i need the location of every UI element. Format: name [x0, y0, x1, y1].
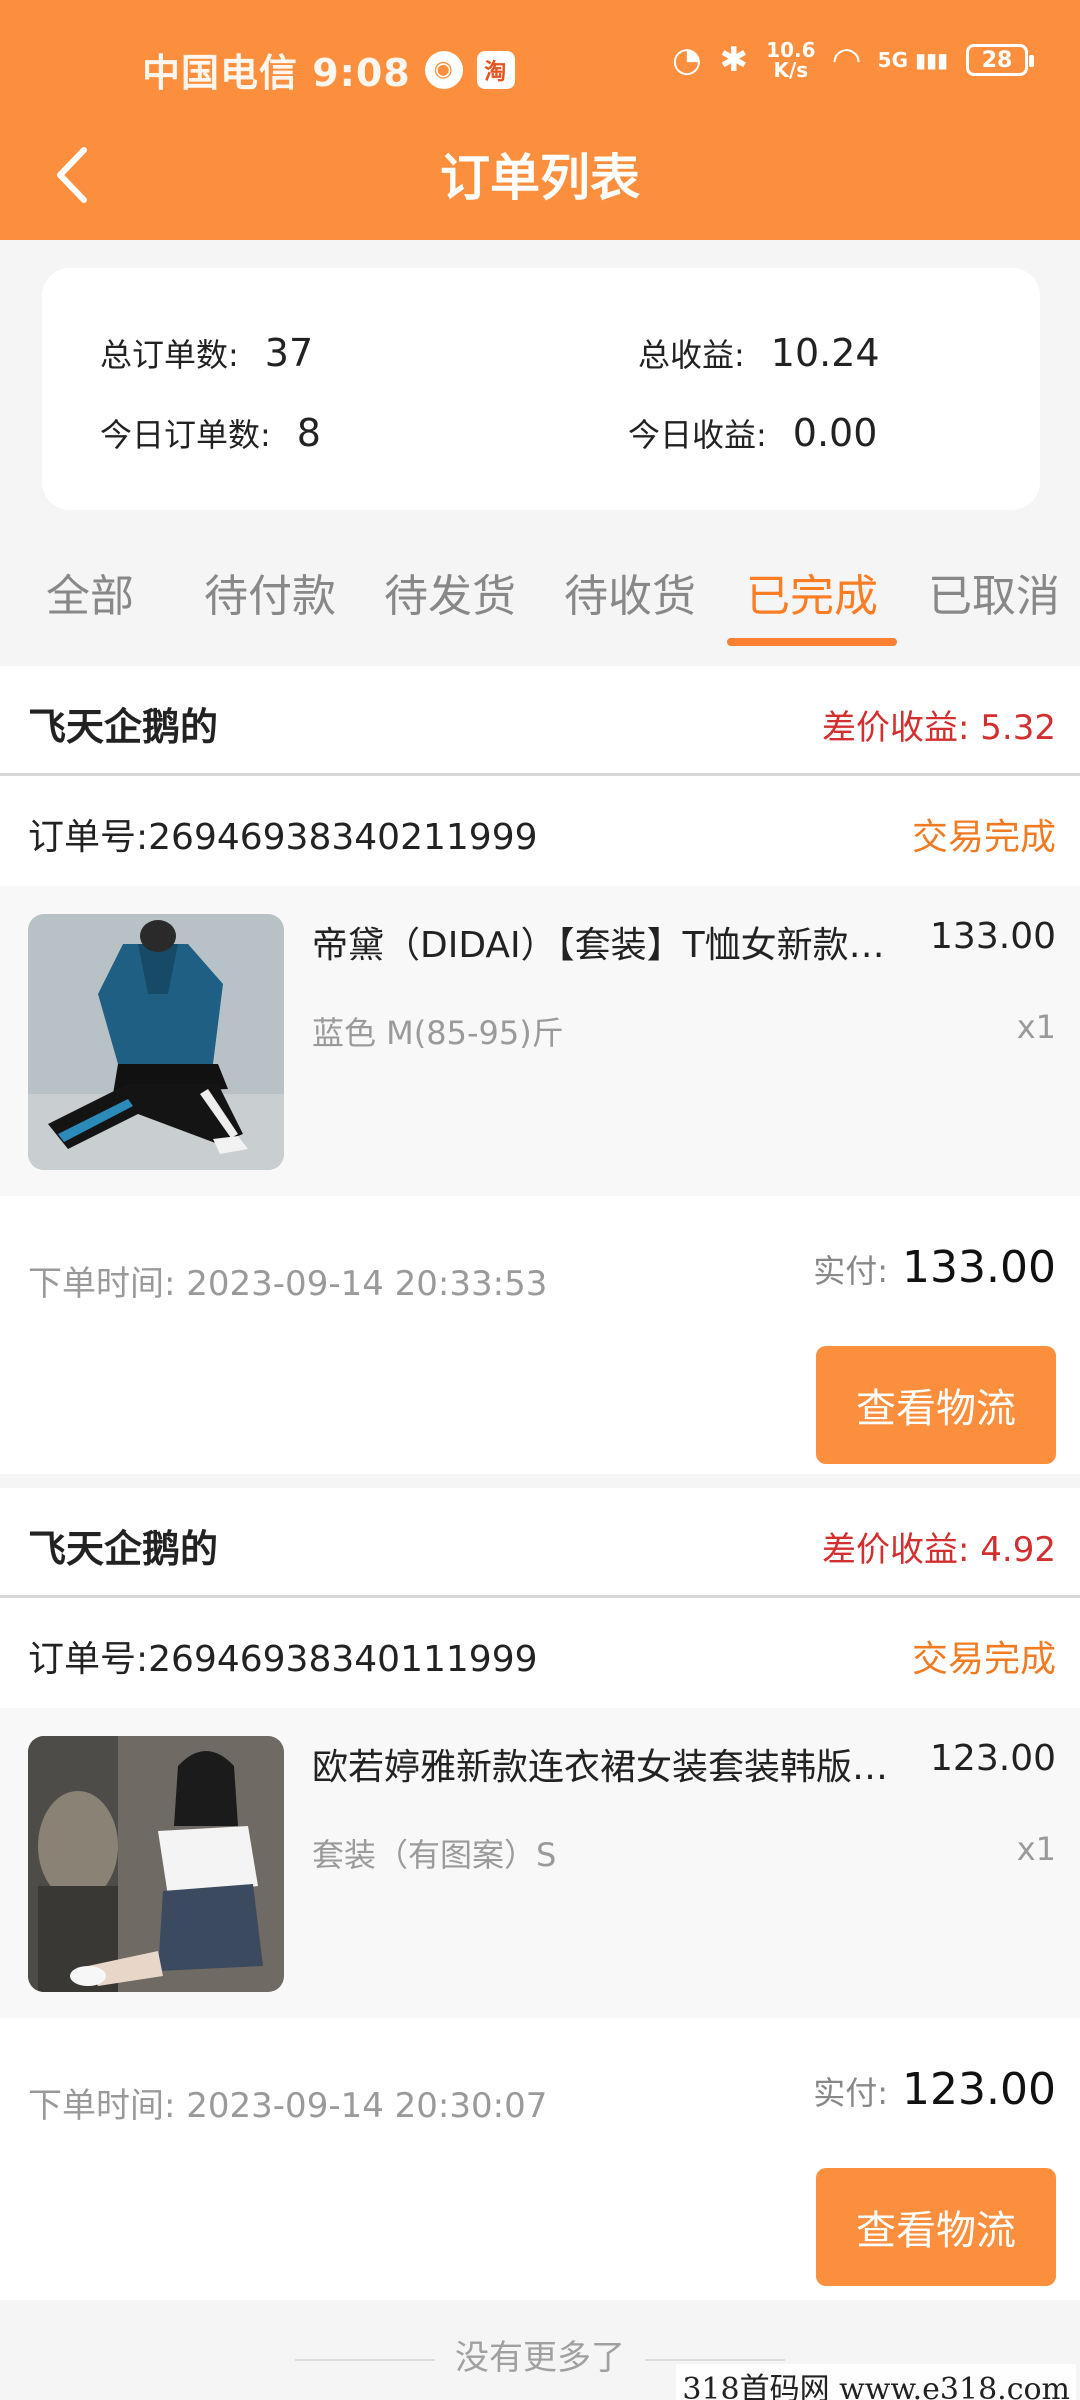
- today-income-label: 今日收益:: [628, 416, 767, 454]
- product-price: 133.00: [930, 916, 1056, 957]
- product-spec: 套装（有图案）S: [312, 1836, 557, 1874]
- bluetooth-icon: ✱: [719, 40, 749, 80]
- paid-label: 实付:: [813, 2074, 889, 2112]
- today-income-value: 0.00: [792, 411, 878, 455]
- battery-level: 28: [981, 47, 1013, 73]
- total-income-value: 10.24: [770, 331, 880, 375]
- product-quantity: x1: [1016, 1830, 1056, 1868]
- product-quantity: x1: [1016, 1008, 1056, 1046]
- notification-icon: ◉: [424, 50, 463, 89]
- product-title: 帝黛（DIDAI）【套装】T恤女新款夏季运动套装: [312, 925, 912, 966]
- shop-name: 飞天企鹅的: [28, 1527, 219, 1571]
- order-card: 飞天企鹅的 差价收益: 4.92 订单号:26946938340111999 交…: [0, 1488, 1080, 2300]
- total-orders-label: 总订单数:: [100, 336, 239, 374]
- order-number: 订单号:26946938340211999: [28, 817, 538, 858]
- tab-completed[interactable]: 已完成: [746, 560, 878, 624]
- app-header: 中国电信 9:08 ◉ 淘 ◔ ✱ 10.6 K/s ◠ 5G ▮▮▮ 28 订…: [0, 0, 1080, 240]
- view-logistics-button[interactable]: 查看物流: [816, 1346, 1056, 1464]
- status-right: ◔ ✱ 10.6 K/s ◠ 5G ▮▮▮ 28: [671, 40, 1034, 80]
- total-income-label: 总收益:: [638, 336, 745, 374]
- gauge-icon: ◔: [671, 40, 702, 80]
- paid-label: 实付:: [813, 1252, 889, 1290]
- wifi-icon: ◠: [833, 40, 860, 80]
- order-number: 订单号:26946938340111999: [28, 1639, 538, 1680]
- watermark: 318首码网 www.e318.com: [676, 2364, 1076, 2400]
- page-title: 订单列表: [440, 149, 640, 207]
- order-item[interactable]: 帝黛（DIDAI）【套装】T恤女新款夏季运动套装 133.00 蓝色 M(85-…: [0, 886, 1080, 1196]
- shop-row: 飞天企鹅的 差价收益: 4.92: [0, 1488, 1080, 1598]
- shop-name: 飞天企鹅的: [28, 705, 219, 749]
- speed-unit: K/s: [773, 58, 809, 82]
- tab-cancelled[interactable]: 已取消: [928, 560, 1060, 624]
- product-title: 欧若婷雅新款连衣裙女装套装韩版时尚两件套: [312, 1747, 912, 1788]
- order-card: 飞天企鹅的 差价收益: 5.32 订单号:26946938340211999 交…: [0, 666, 1080, 1474]
- status-bar: 中国电信 9:08 ◉ 淘 ◔ ✱ 10.6 K/s ◠ 5G ▮▮▮ 28: [0, 0, 1080, 130]
- taobao-icon: 淘: [476, 50, 515, 89]
- tab-pending-shipment[interactable]: 待发货: [384, 560, 516, 624]
- today-income: 今日收益: 0.00: [628, 410, 877, 456]
- view-logistics-button[interactable]: 查看物流: [816, 2168, 1056, 2286]
- today-orders: 今日订单数: 8: [100, 410, 321, 456]
- order-number-row: 订单号:26946938340111999 交易完成: [0, 1598, 1080, 1708]
- product-image: [28, 1736, 284, 1992]
- paid-amount: 实付: 123.00: [813, 2064, 1056, 2115]
- summary-card: 总订单数: 37 总收益: 10.24 今日订单数: 8 今日收益: 0.00: [42, 268, 1040, 510]
- signal-icon: 5G ▮▮▮: [877, 48, 948, 72]
- order-time-row: 下单时间: 2023-09-14 20:33:53 实付: 133.00: [0, 1196, 1080, 1346]
- order-tabs: 全部 待付款 待发货 待收货 已完成 已取消: [0, 560, 1080, 650]
- tab-all[interactable]: 全部: [46, 560, 134, 624]
- order-item[interactable]: 欧若婷雅新款连衣裙女装套装韩版时尚两件套 123.00 套装（有图案）S x1: [0, 1708, 1080, 2018]
- today-orders-value: 8: [296, 411, 321, 455]
- order-time: 下单时间: 2023-09-14 20:33:53: [28, 1264, 548, 1304]
- status-left: 中国电信 9:08 ◉ 淘: [142, 42, 515, 97]
- tab-pending-receipt[interactable]: 待收货: [564, 560, 696, 624]
- order-status: 交易完成: [911, 1639, 1056, 1680]
- signal-label: 5G: [877, 48, 909, 72]
- total-orders: 总订单数: 37: [100, 330, 313, 376]
- product-image: [28, 914, 284, 1170]
- today-orders-label: 今日订单数:: [100, 416, 271, 454]
- product-price: 123.00: [930, 1738, 1056, 1779]
- order-status: 交易完成: [911, 817, 1056, 858]
- profit-label: 差价收益: 5.32: [822, 708, 1056, 748]
- product-spec: 蓝色 M(85-95)斤: [312, 1014, 564, 1052]
- active-tab-indicator: [727, 638, 897, 646]
- paid-value: 133.00: [902, 1242, 1056, 1293]
- shop-row: 飞天企鹅的 差价收益: 5.32: [0, 666, 1080, 776]
- order-time-row: 下单时间: 2023-09-14 20:30:07 实付: 123.00: [0, 2018, 1080, 2168]
- total-orders-value: 37: [264, 331, 314, 375]
- battery-icon: 28: [966, 44, 1034, 76]
- carrier-time: 中国电信 9:08: [142, 51, 411, 95]
- network-speed: 10.6 K/s: [766, 40, 815, 80]
- paid-value: 123.00: [902, 2064, 1056, 2115]
- profit-label: 差价收益: 4.92: [822, 1530, 1056, 1570]
- total-income: 总收益: 10.24: [638, 330, 880, 376]
- order-number-row: 订单号:26946938340211999 交易完成: [0, 776, 1080, 886]
- no-more-label: 没有更多了: [455, 2338, 625, 2378]
- tab-pending-payment[interactable]: 待付款: [204, 560, 336, 624]
- order-time: 下单时间: 2023-09-14 20:30:07: [28, 2086, 548, 2126]
- paid-amount: 实付: 133.00: [813, 1242, 1056, 1293]
